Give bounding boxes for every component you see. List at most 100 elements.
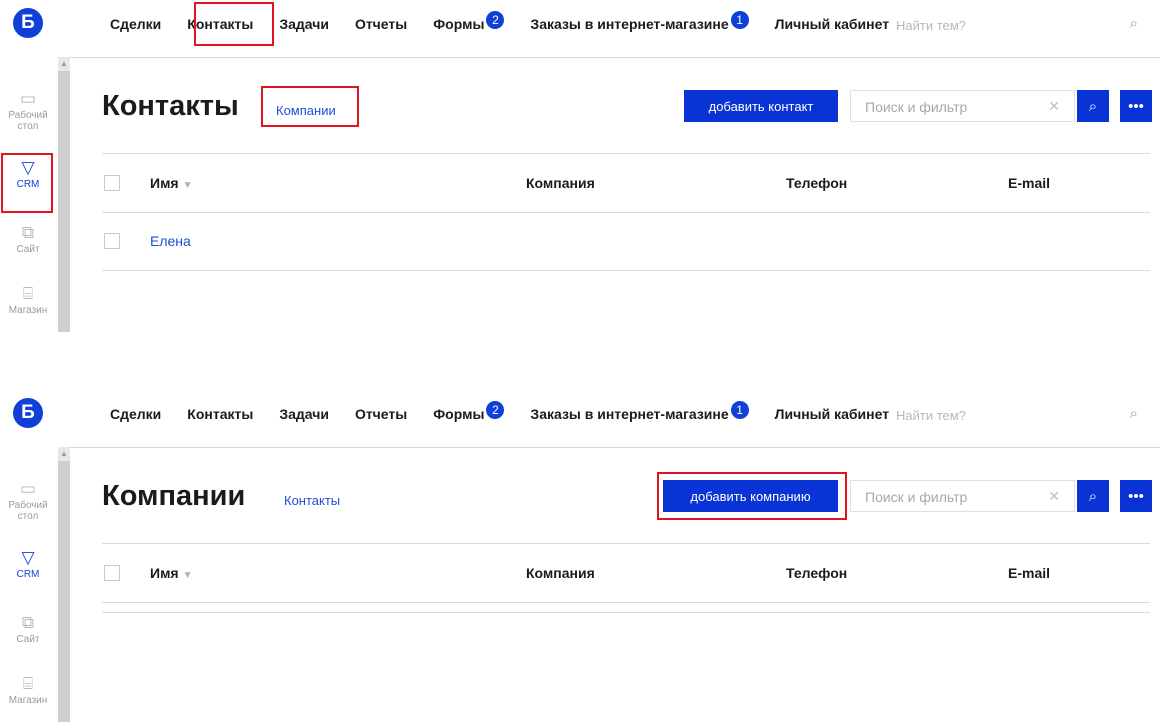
more-button[interactable]: ••• [1120,90,1152,122]
column-company[interactable]: Компания [526,175,595,191]
count-badge: 2 [486,401,505,419]
nav-account[interactable]: Личный кабинет [769,401,895,427]
select-all-checkbox[interactable] [104,175,120,191]
nav-reports[interactable]: Отчеты [349,401,413,427]
sidebar-item-label: Магазин [8,695,48,706]
funnel-icon: ▽ [21,548,35,567]
search-button[interactable]: ⌕ [1077,480,1109,512]
nav-reports[interactable]: Отчеты [349,11,413,37]
sidebar-item-label: Рабочий стол [8,110,48,132]
count-badge: 2 [486,11,505,29]
sidebar-item-label: Сайт [16,634,40,645]
table-header: Имя ▼ Компания Телефон E-mail [102,543,1150,603]
search-icon: ⌕ [1088,97,1098,115]
nav-deals[interactable]: Сделки [104,401,167,427]
column-phone[interactable]: Телефон [786,565,847,581]
nav-label: Личный кабинет [774,406,890,422]
column-label: Имя [150,175,179,191]
sidebar-item-site[interactable]: ⧉ Сайт [0,223,56,256]
sidebar-item-store[interactable]: ⌸ Магазин [0,674,56,707]
site-icon: ⧉ [21,223,35,242]
column-label: Имя [150,565,179,581]
table-row[interactable]: Елена [102,212,1150,271]
filter-search-input[interactable]: Поиск и фильтр ✕ [850,90,1075,122]
row-checkbox[interactable] [104,233,120,249]
contact-name-link[interactable]: Елена [150,233,191,249]
page-title: Компании [102,480,246,512]
sidebar-item-desktop[interactable]: ▭ Рабочий стол [0,89,56,133]
nav-tasks[interactable]: Задачи [273,401,335,427]
sidebar-item-crm[interactable]: ▽ CRM [0,548,56,581]
desktop-icon: ▭ [19,89,37,108]
scroll-up-icon[interactable]: ▲ [58,447,70,461]
highlight-frame [261,86,359,127]
sidebar-item-store[interactable]: ⌸ Магазин [0,285,56,317]
more-icon: ••• [1128,487,1144,505]
scroll-up-icon[interactable]: ▲ [58,57,70,71]
logo[interactable]: Б [13,398,43,428]
highlight-frame [657,472,847,520]
companies-view: Б Сделки Контакты Задачи Отчеты Формы 2 З… [0,390,1160,727]
sidebar-item-label: Магазин [8,305,48,316]
nav-tasks[interactable]: Задачи [273,11,335,37]
sidebar-item-desktop[interactable]: ▭ Рабочий стол [0,479,56,523]
nav-label: Отчеты [354,16,408,32]
search-icon[interactable]: ⌕ [1130,15,1138,32]
contacts-link[interactable]: Контакты [284,493,340,508]
table-header: Имя ▼ Компания Телефон E-mail [102,153,1150,213]
nav-label: Сделки [110,16,162,32]
search-icon[interactable]: ⌕ [1130,405,1138,422]
column-name[interactable]: Имя ▼ [150,175,193,191]
nav-label: Заказы в интернет-магазине [530,16,729,32]
nav-forms[interactable]: Формы 2 [427,10,510,38]
count-badge: 1 [730,401,749,419]
sidebar-scrollbar[interactable] [58,57,70,332]
highlight-frame [194,2,274,46]
search-button[interactable]: ⌕ [1077,90,1109,122]
empty-table-body [102,602,1150,613]
main-nav: Сделки Контакты Задачи Отчеты Формы 2 Зак… [104,399,909,429]
column-company[interactable]: Компания [526,565,595,581]
clear-icon[interactable]: ✕ [1048,488,1060,505]
column-phone[interactable]: Телефон [786,175,847,191]
column-name[interactable]: Имя ▼ [150,565,193,581]
add-contact-button[interactable]: добавить контакт [684,90,838,122]
nav-label: Контакты [187,406,254,422]
nav-label: Формы [433,406,485,422]
sidebar-scrollbar[interactable] [58,447,70,722]
nav-label: Задачи [279,406,329,422]
filter-placeholder: Поиск и фильтр [865,99,968,115]
nav-label: Задачи [279,16,329,32]
more-button[interactable]: ••• [1120,480,1152,512]
nav-label: Личный кабинет [774,16,890,32]
nav-label: Отчеты [354,406,408,422]
filter-search-input[interactable]: Поиск и фильтр ✕ [850,480,1075,512]
nav-contacts[interactable]: Контакты [181,401,259,427]
store-icon: ⌸ [22,674,34,693]
select-all-checkbox[interactable] [104,565,120,581]
count-badge: 1 [730,11,749,29]
global-search-input[interactable]: Найти тем? ⌕ [890,15,1140,37]
desktop-icon: ▭ [19,479,37,498]
sidebar-item-label: CRM [16,569,40,580]
nav-label: Сделки [110,406,162,422]
sort-down-icon[interactable]: ▼ [183,180,193,191]
nav-account[interactable]: Личный кабинет [769,11,895,37]
highlight-frame [1,153,53,213]
sort-down-icon[interactable]: ▼ [183,570,193,581]
nav-forms[interactable]: Формы 2 [427,400,510,428]
nav-store-orders[interactable]: Заказы в интернет-магазине 1 [524,10,754,38]
clear-icon[interactable]: ✕ [1048,98,1060,115]
nav-label: Формы [433,16,485,32]
nav-store-orders[interactable]: Заказы в интернет-магазине 1 [524,400,754,428]
column-email[interactable]: E-mail [1008,565,1050,581]
global-search-input[interactable]: Найти тем? ⌕ [890,405,1140,427]
logo[interactable]: Б [13,8,43,38]
sidebar-item-label: Рабочий стол [8,500,48,522]
more-icon: ••• [1128,97,1144,115]
site-icon: ⧉ [21,613,35,632]
sidebar-item-site[interactable]: ⧉ Сайт [0,613,56,646]
contacts-view: Б Сделки Контакты Задачи Отчеты Формы 2 З… [0,0,1160,337]
column-email[interactable]: E-mail [1008,175,1050,191]
nav-deals[interactable]: Сделки [104,11,167,37]
